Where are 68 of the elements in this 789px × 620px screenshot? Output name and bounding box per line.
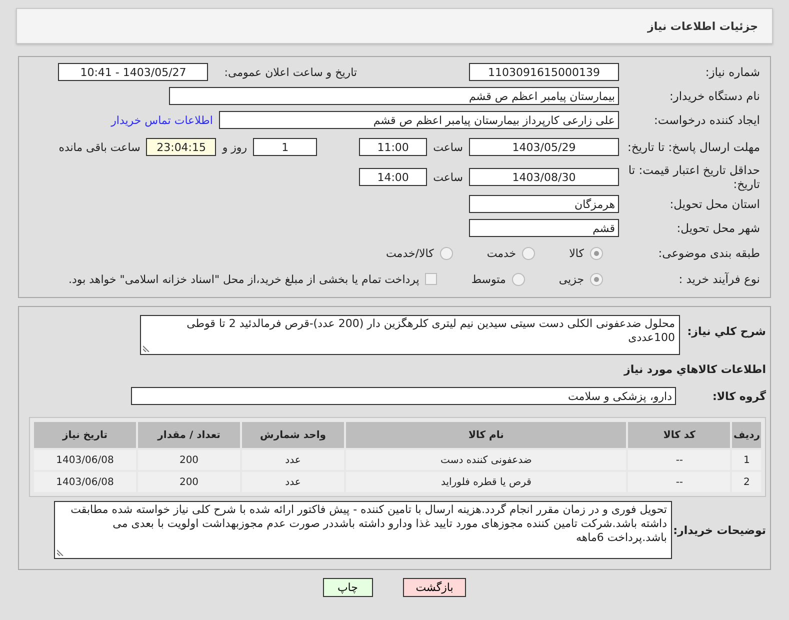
radio-button[interactable] (590, 246, 603, 260)
notes-box[interactable]: تحویل فوری و در زمان مقرر انجام گردد.هزینه ارسال با تامین کننده - پیش فاکتور ارائه شده با شرح کلی نیاز خواسته شده مطابقت داشته باشد.شرکت تامین کننده مجوزهای مورد تایید غذا ودارو داشته باشددر صورت عدم مجوزبهداشت اولویت با بعدی می باشد.پرداخت 6ماهه (54, 501, 672, 559)
field-label: طبقه بندی موضوعی: (657, 246, 760, 260)
field-label: استان محل تحویل: (668, 197, 760, 211)
column-header: تاریخ نیاز (34, 422, 136, 448)
table-cell: قرص یا قطره فلوراید (346, 472, 626, 492)
text-field[interactable]: 1403/05/27 - 10:41 (58, 63, 208, 81)
field-label: ایجاد کننده درخواست: (653, 113, 760, 127)
radio-button[interactable] (512, 272, 525, 286)
field-label: ساعت باقی مانده (58, 140, 140, 154)
print-button[interactable]: چاپ (322, 578, 373, 597)
table-cell: 200 (138, 472, 240, 492)
section-title: اطلاعات کالاهاي مورد نياز (624, 362, 766, 376)
field-label: شرح کلي نياز: (686, 325, 766, 338)
field-label: متوسط (471, 272, 506, 286)
field-label: شماره نیاز: (704, 65, 760, 79)
table-cell: -- (628, 450, 730, 470)
radio-button[interactable] (590, 272, 603, 286)
text-field[interactable]: علی زارعی کارپرداز بیمارستان پیامبر اعظم ص قشم (219, 111, 619, 129)
field-label: خدمت (486, 246, 516, 260)
column-header: نام کالا (346, 422, 626, 448)
column-header: ردیف (732, 422, 761, 448)
field-label: نوع فرآیند خرید : (678, 272, 760, 286)
text-field[interactable]: 1403/05/29 (469, 138, 619, 156)
field-label: گروه کالا: (711, 390, 766, 402)
field-label: ساعت (433, 170, 463, 184)
text-field[interactable]: 1103091615000139 (469, 63, 619, 81)
table-cell: 1403/06/08 (34, 472, 136, 492)
text-field[interactable]: 1 (253, 138, 318, 156)
field-label: شهر محل تحویل: (676, 221, 760, 235)
contact-link[interactable]: اطلاعات تماس خریدار (111, 114, 213, 126)
text-field[interactable]: 14:00 (359, 168, 428, 186)
text-field[interactable]: 1403/08/30 (469, 168, 619, 186)
field-label: حداقل تاریخ اعتبار قیمت: تا تاریخ: (627, 163, 760, 191)
field-label: نام دستگاه خریدار: (668, 89, 760, 103)
field-label: مهلت ارسال پاسخ: تا تاریخ: (626, 140, 760, 154)
table-cell: 200 (138, 450, 240, 470)
table-cell: عدد (242, 450, 344, 470)
resize-grip-icon (57, 548, 65, 556)
radio-button[interactable] (522, 246, 536, 260)
checkbox[interactable] (425, 273, 438, 285)
table-cell: 1 (732, 450, 761, 470)
field-label: کالا (569, 246, 584, 260)
text-field[interactable]: 11:00 (359, 138, 428, 156)
text-field[interactable]: 23:04:15 (146, 138, 216, 156)
table-cell: 1403/06/08 (34, 450, 136, 470)
table-cell: 2 (732, 472, 761, 492)
field-label: کالا/خدمت (386, 246, 434, 260)
column-header: واحد شمارش (242, 422, 344, 448)
description-box[interactable]: محلول ضدعفونی الکلی دست سیتی سیدین نیم لیتری کلرهگزین دار (200 عدد)-قرص فرمالدئید 2 تا قوطی 100عددی (140, 315, 680, 355)
back-button[interactable]: بازگشت (402, 578, 466, 597)
field-label: تاریخ و ساعت اعلان عمومی: (224, 66, 357, 78)
field-label: ساعت (433, 140, 463, 154)
table-cell: -- (628, 472, 730, 492)
column-header: کد کالا (628, 422, 730, 448)
table-cell: ضدعفونی کننده دست (346, 450, 626, 470)
text-field[interactable]: بیمارستان پیامبر اعظم ص قشم (169, 87, 619, 105)
radio-button[interactable] (440, 246, 453, 260)
text-field[interactable]: هرمزگان (469, 195, 619, 213)
page-title: جزئیات اطلاعات نیاز (648, 20, 758, 32)
field-label: پرداخت تمام یا بخشی از مبلغ خرید،از محل "اسناد خزانه اسلامی" خواهد بود. (68, 272, 420, 286)
field-label: روز و (222, 140, 248, 154)
column-header: تعداد / مقدار (138, 422, 240, 448)
resize-grip-icon (143, 344, 151, 352)
text-field[interactable]: قشم (469, 219, 619, 237)
table-cell: عدد (242, 472, 344, 492)
field-label: جزیی (558, 272, 584, 286)
text-field[interactable]: دارو، پزشکی و سلامت (131, 387, 676, 405)
